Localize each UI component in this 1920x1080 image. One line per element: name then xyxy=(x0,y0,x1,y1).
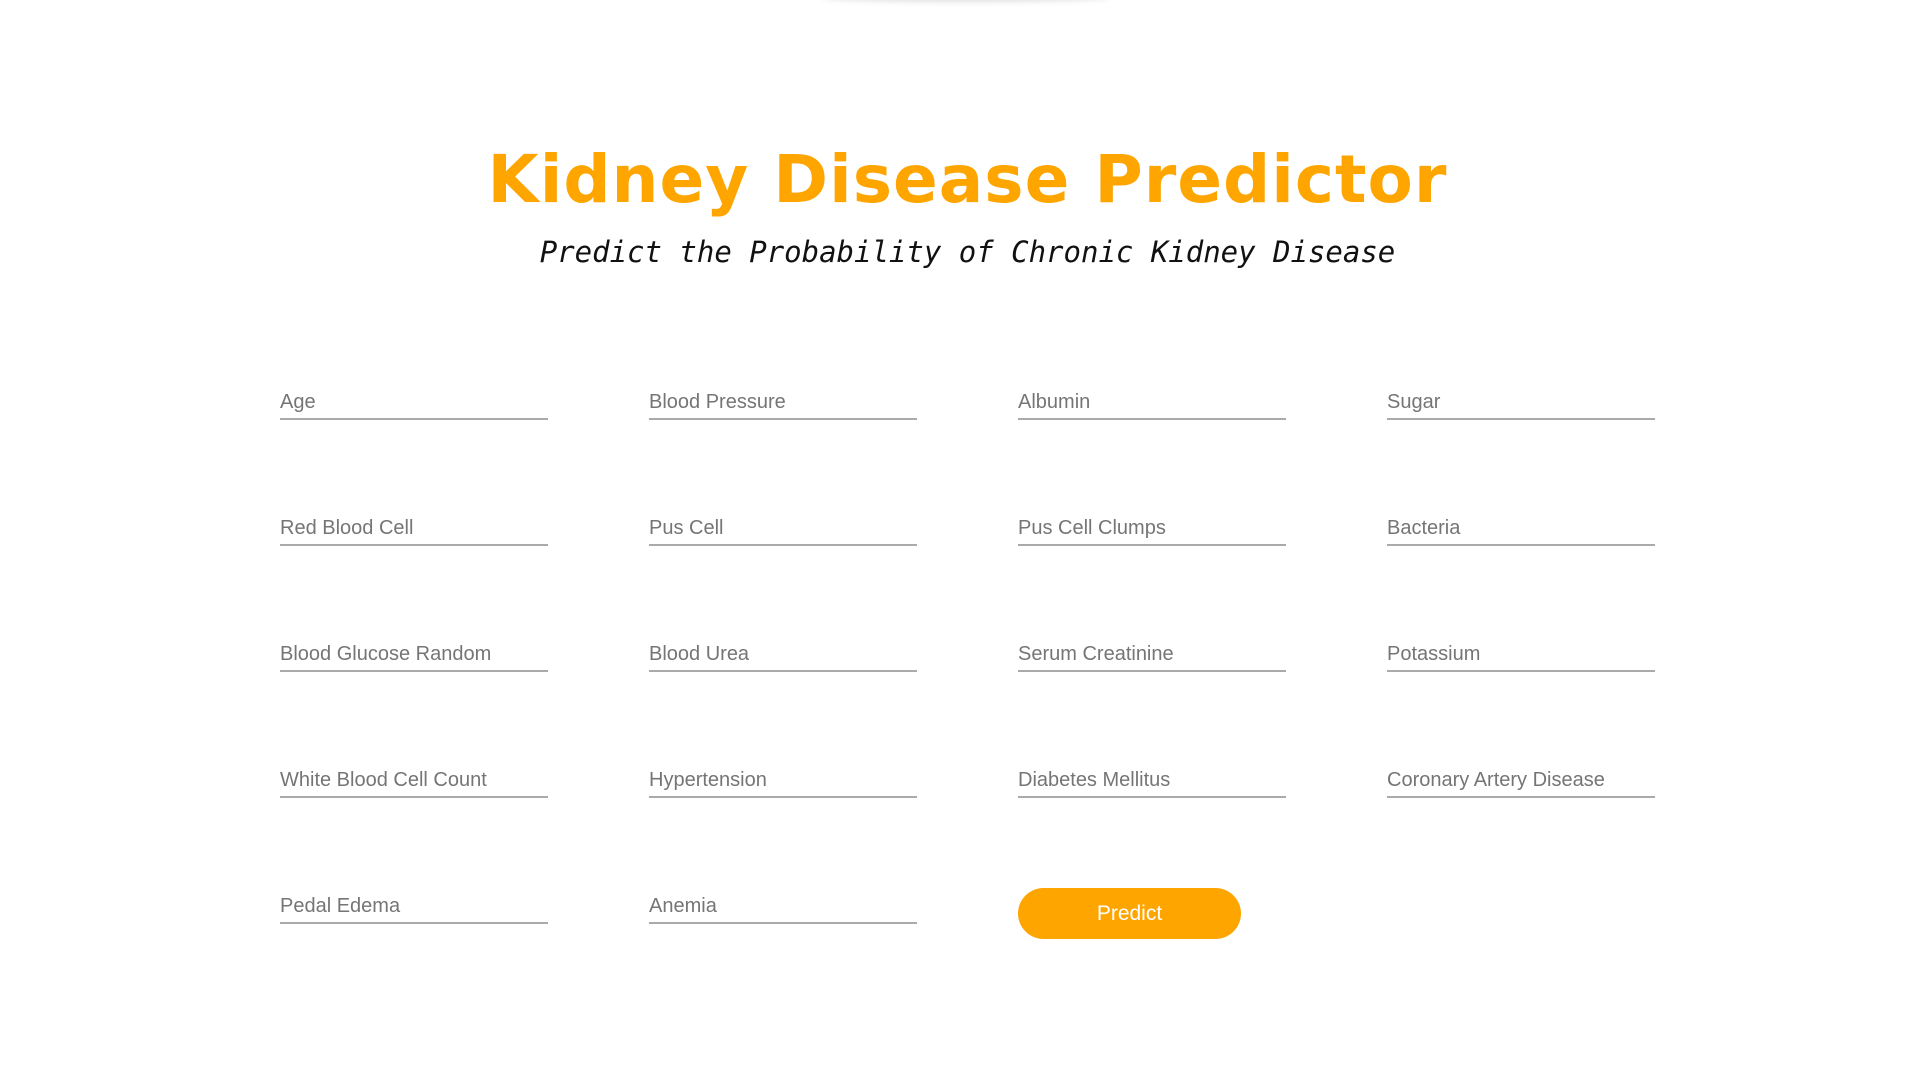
hypertension-input[interactable] xyxy=(649,764,917,798)
blood-pressure-input[interactable] xyxy=(649,386,917,420)
serum-creatinine-input[interactable] xyxy=(1018,638,1286,672)
sugar-input[interactable] xyxy=(1387,386,1655,420)
prediction-form: Predict xyxy=(280,372,1660,1002)
field-cell xyxy=(1018,750,1286,876)
field-cell xyxy=(1387,750,1655,876)
page-subtitle: Predict the Probability of Chronic Kidne… xyxy=(539,235,1396,269)
field-cell xyxy=(280,498,548,624)
form-row xyxy=(280,372,1660,498)
pedal-edema-input[interactable] xyxy=(280,890,548,924)
button-cell: Predict xyxy=(1018,876,1286,1002)
albumin-input[interactable] xyxy=(1018,386,1286,420)
field-cell xyxy=(1018,498,1286,624)
form-row xyxy=(280,624,1660,750)
pus-cell-input[interactable] xyxy=(649,512,917,546)
field-cell xyxy=(1387,624,1655,750)
blood-glucose-random-input[interactable] xyxy=(280,638,548,672)
field-cell xyxy=(649,750,917,876)
form-row xyxy=(280,498,1660,624)
empty-cell xyxy=(1387,876,1655,1002)
coronary-artery-disease-input[interactable] xyxy=(1387,764,1655,798)
diabetes-mellitus-input[interactable] xyxy=(1018,764,1286,798)
blood-urea-input[interactable] xyxy=(649,638,917,672)
field-cell xyxy=(649,876,917,1002)
form-row: Predict xyxy=(280,876,1660,1002)
red-blood-cell-input[interactable] xyxy=(280,512,548,546)
bacteria-input[interactable] xyxy=(1387,512,1655,546)
field-cell xyxy=(1018,372,1286,498)
field-cell xyxy=(649,498,917,624)
field-cell xyxy=(280,372,548,498)
field-cell xyxy=(280,750,548,876)
age-input[interactable] xyxy=(280,386,548,420)
predict-button[interactable]: Predict xyxy=(1018,888,1241,939)
anemia-input[interactable] xyxy=(649,890,917,924)
field-cell xyxy=(280,876,548,1002)
pus-cell-clumps-input[interactable] xyxy=(1018,512,1286,546)
field-cell xyxy=(1387,372,1655,498)
form-row xyxy=(280,750,1660,876)
field-cell xyxy=(649,624,917,750)
potassium-input[interactable] xyxy=(1387,638,1655,672)
field-cell xyxy=(1387,498,1655,624)
page-title: Kidney Disease Predictor xyxy=(487,141,1448,218)
field-cell xyxy=(280,624,548,750)
white-blood-cell-count-input[interactable] xyxy=(280,764,548,798)
field-cell xyxy=(649,372,917,498)
field-cell xyxy=(1018,624,1286,750)
